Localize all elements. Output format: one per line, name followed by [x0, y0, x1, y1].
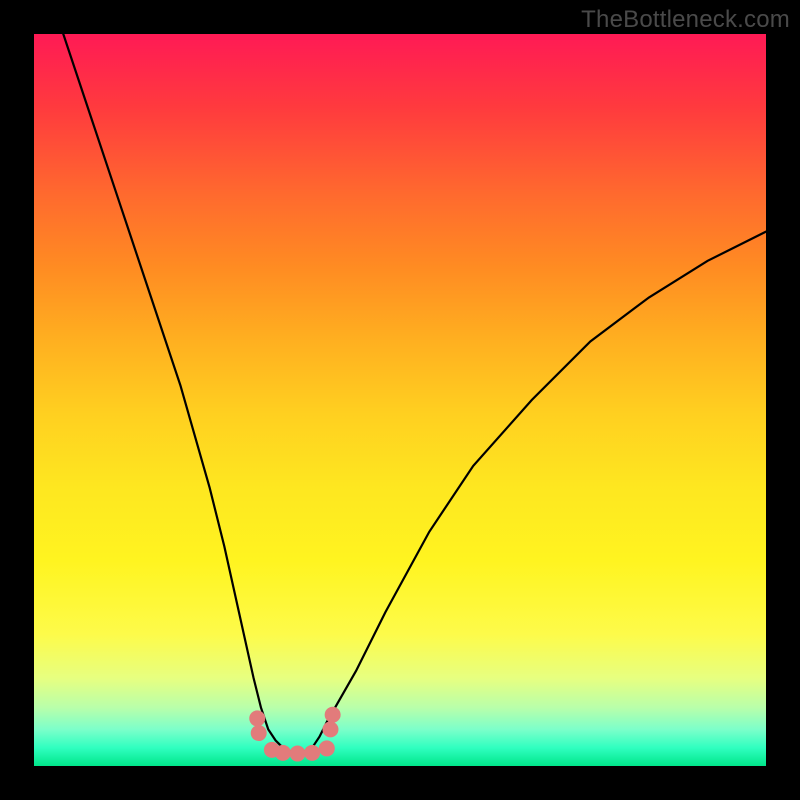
series-group	[63, 34, 766, 753]
curve-left-branch	[63, 34, 297, 753]
valley-marker	[249, 710, 265, 726]
marker-group	[249, 707, 340, 762]
valley-marker	[325, 707, 341, 723]
watermark-text: TheBottleneck.com	[581, 6, 790, 34]
valley-marker	[322, 721, 338, 737]
plot-area	[34, 34, 766, 766]
valley-marker	[304, 745, 320, 761]
chart-svg	[34, 34, 766, 766]
valley-marker	[251, 725, 267, 741]
chart-frame: TheBottleneck.com	[0, 0, 800, 800]
valley-marker	[319, 740, 335, 756]
curve-right-branch	[298, 232, 766, 753]
valley-marker	[275, 745, 291, 761]
valley-marker	[290, 746, 306, 762]
